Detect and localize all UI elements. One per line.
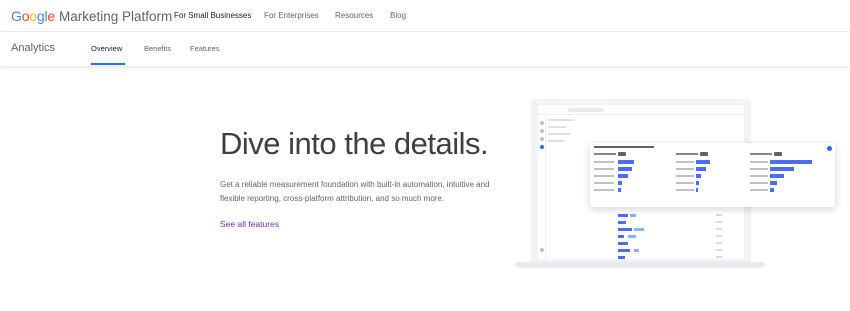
see-all-features-link[interactable]: See all features: [220, 219, 279, 229]
nav-for-small-businesses[interactable]: For Small Businesses: [174, 11, 251, 20]
tab-overview[interactable]: Overview: [91, 44, 122, 53]
google-wordmark: Google: [11, 8, 55, 24]
hero-description: Get a reliable measurement foundation wi…: [220, 180, 490, 203]
nav-for-enterprises[interactable]: For Enterprises: [264, 11, 319, 20]
google-marketing-platform-logo[interactable]: Google Marketing Platform: [11, 8, 172, 24]
hero-title: Dive into the details.: [220, 126, 489, 161]
platform-name: Marketing Platform: [59, 9, 173, 24]
report-table-rows: [598, 213, 728, 259]
laptop-base: [515, 262, 765, 266]
tab-benefits[interactable]: Benefits: [144, 44, 171, 53]
top-navigation: Google Marketing Platform For Small Busi…: [0, 0, 850, 32]
product-name[interactable]: Analytics: [11, 42, 55, 54]
nav-resources[interactable]: Resources: [335, 11, 373, 20]
nav-blog[interactable]: Blog: [390, 11, 406, 20]
active-tab-indicator: [91, 63, 125, 65]
product-navigation: Analytics Overview Benefits Features: [0, 32, 850, 66]
tab-features[interactable]: Features: [190, 44, 220, 53]
exploration-panel-illustration: [590, 143, 835, 207]
